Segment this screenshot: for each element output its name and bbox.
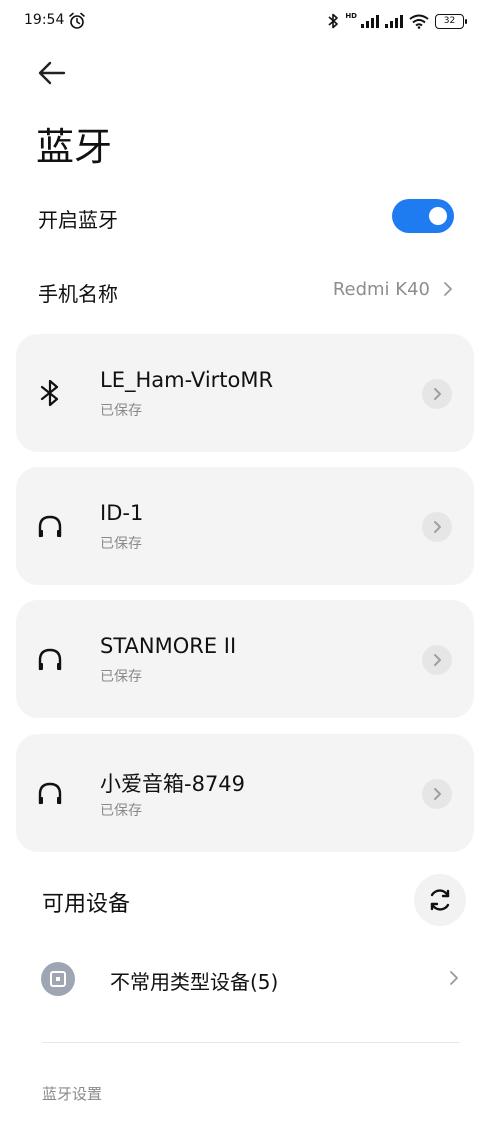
chevron-right-icon: [434, 388, 441, 400]
device-status: 已保存: [100, 536, 142, 552]
bluetooth-settings-link[interactable]: 蓝牙设置: [42, 1083, 102, 1104]
available-devices-title: 可用设备: [42, 892, 131, 917]
bluetooth-toggle-label: 开启蓝牙: [38, 208, 118, 232]
uncommon-devices-item[interactable]: 不常用类型设备(5): [110, 966, 278, 995]
device-detail-button[interactable]: [422, 379, 452, 409]
paired-device-card[interactable]: LE_Ham-VirtoMR 已保存: [16, 334, 474, 452]
wifi-icon: [409, 14, 429, 29]
phone-name-value[interactable]: Redmi K40: [333, 279, 430, 300]
status-indicators: HD 32: [327, 12, 467, 30]
page-title: 蓝牙: [36, 125, 113, 169]
toggle-knob: [429, 207, 447, 225]
refresh-button[interactable]: [414, 874, 466, 926]
headphones-icon: [38, 515, 62, 538]
chevron-right-icon: [444, 282, 452, 296]
paired-device-card[interactable]: 小爱音箱-8749 已保存: [16, 734, 474, 852]
back-arrow-icon[interactable]: [36, 60, 68, 86]
device-name: 小爱音箱-8749: [100, 772, 246, 796]
chevron-right-icon: [434, 788, 441, 800]
headphones-icon: [38, 648, 62, 671]
device-detail-button[interactable]: [422, 645, 452, 675]
bluetooth-status-icon: [328, 13, 339, 29]
device-detail-button[interactable]: [422, 779, 452, 809]
headphones-icon: [38, 782, 62, 805]
chevron-right-icon: [434, 654, 441, 666]
bluetooth-icon: [40, 379, 59, 407]
device-name: LE_Ham-VirtoMR: [100, 368, 274, 392]
phone-name-label: 手机名称: [38, 282, 118, 306]
chevron-right-icon: [450, 971, 458, 985]
device-detail-button[interactable]: [422, 512, 452, 542]
alarm-icon: [69, 12, 85, 29]
refresh-icon: [430, 889, 450, 911]
device-name: ID-1: [100, 501, 144, 525]
device-type-icon: [41, 962, 75, 996]
device-status: 已保存: [100, 669, 142, 685]
bluetooth-toggle[interactable]: [392, 199, 454, 233]
chevron-right-icon: [434, 521, 441, 533]
cellular-signal-1-icon: [361, 14, 379, 28]
cellular-signal-2-icon: [385, 14, 403, 28]
device-status: 已保存: [100, 403, 142, 419]
device-box-icon: [50, 971, 66, 987]
paired-device-card[interactable]: ID-1 已保存: [16, 467, 474, 585]
status-time: 19:54: [24, 12, 65, 28]
paired-device-card[interactable]: STANMORE II 已保存: [16, 600, 474, 718]
hd-label: HD: [345, 12, 357, 20]
battery-icon: 32: [435, 13, 467, 29]
device-status: 已保存: [100, 803, 142, 819]
divider: [42, 1042, 460, 1043]
device-name: STANMORE II: [100, 634, 237, 658]
